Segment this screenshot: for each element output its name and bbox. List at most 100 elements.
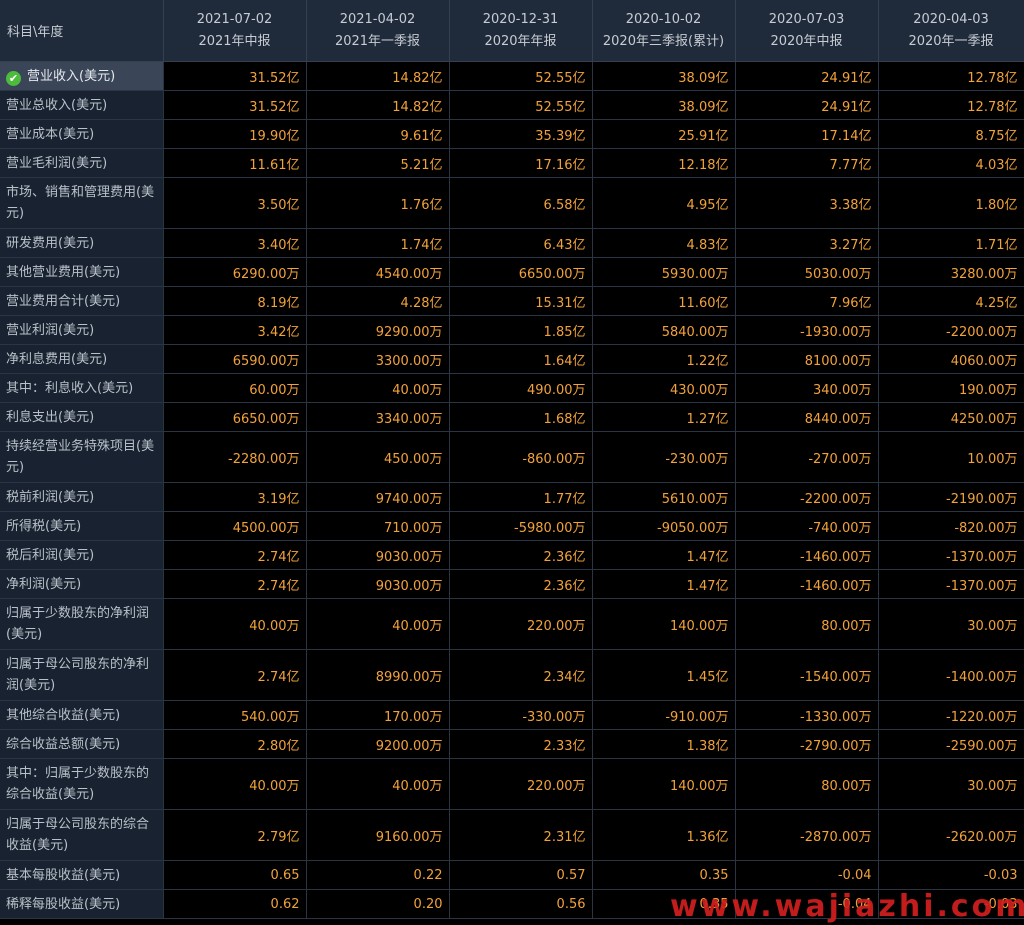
row-label-cell[interactable]: 市场、销售和管理费用(美元) bbox=[0, 177, 164, 229]
value-cell: 9290.00万 bbox=[306, 315, 450, 345]
column-header[interactable]: 2021-04-02 2021年一季报 bbox=[306, 0, 450, 62]
row-label-cell[interactable]: 研发费用(美元) bbox=[0, 228, 164, 258]
value-cell: 24.91亿 bbox=[735, 90, 879, 120]
table-row[interactable]: 税后利润(美元) 2.74亿 9030.00万 2.36亿 1.47亿 -1460.00万… bbox=[0, 540, 1024, 570]
table-row[interactable]: 其他营业费用(美元) 6290.00万 4540.00万 6650.00万 5930.0… bbox=[0, 257, 1024, 287]
table-row[interactable]: 归属于少数股东的净利润(美元) 40.00万 40.00万 220.00万 140.00… bbox=[0, 598, 1024, 650]
row-label-cell[interactable]: 归属于母公司股东的综合收益(美元) bbox=[0, 809, 164, 861]
value-cell: 1.27亿 bbox=[592, 402, 736, 432]
value-cell: 1.38亿 bbox=[592, 729, 736, 759]
row-label-cell[interactable]: 净利息费用(美元) bbox=[0, 344, 164, 374]
value-cell: 1.80亿 bbox=[878, 177, 1024, 229]
table-row[interactable]: 营业费用合计(美元) 8.19亿 4.28亿 15.31亿 11.60亿 7.96亿 4.2… bbox=[0, 286, 1024, 316]
row-label: 其中：利息收入(美元) bbox=[6, 380, 134, 396]
table-row[interactable]: 基本每股收益(美元) 0.65 0.22 0.57 0.35 -0.04 -0.03 bbox=[0, 860, 1024, 890]
row-label-cell[interactable]: 稀释每股收益(美元) bbox=[0, 889, 164, 919]
row-label-cell[interactable]: 其他营业费用(美元) bbox=[0, 257, 164, 287]
row-label-cell[interactable]: 所得税(美元) bbox=[0, 511, 164, 541]
value-cell: 9740.00万 bbox=[306, 482, 450, 512]
value-cell: 2.33亿 bbox=[449, 729, 593, 759]
table-row[interactable]: 营业利润(美元) 3.42亿 9290.00万 1.85亿 5840.00万 -1930.… bbox=[0, 315, 1024, 345]
row-label: 归属于母公司股东的净利润(美元) bbox=[6, 657, 150, 693]
row-label-cell[interactable]: 归属于少数股东的净利润(美元) bbox=[0, 598, 164, 650]
value-cell: 80.00万 bbox=[735, 598, 879, 650]
column-header[interactable]: 2021-07-02 2021年中报 bbox=[163, 0, 307, 62]
value-cell: 6650.00万 bbox=[163, 402, 307, 432]
row-label-cell[interactable]: 税前利润(美元) bbox=[0, 482, 164, 512]
value-cell: 3.50亿 bbox=[163, 177, 307, 229]
table-row[interactable]: 净利润(美元) 2.74亿 9030.00万 2.36亿 1.47亿 -1460.00万 -… bbox=[0, 569, 1024, 599]
row-label-cell[interactable]: ✔ 营业收入(美元) bbox=[0, 61, 164, 91]
row-label-cell[interactable]: 其中：利息收入(美元) bbox=[0, 373, 164, 403]
table-row[interactable]: 营业总收入(美元) 31.52亿 14.82亿 52.55亿 38.09亿 24.91亿 1… bbox=[0, 90, 1024, 120]
table-row[interactable]: 归属于母公司股东的综合收益(美元) 2.79亿 9160.00万 2.31亿 1.36亿… bbox=[0, 809, 1024, 861]
table-row[interactable]: 所得税(美元) 4500.00万 710.00万 -5980.00万 -9050.00万… bbox=[0, 511, 1024, 541]
table-row[interactable]: 净利息费用(美元) 6590.00万 3300.00万 1.64亿 1.22亿 8100.… bbox=[0, 344, 1024, 374]
row-label-cell[interactable]: 营业利润(美元) bbox=[0, 315, 164, 345]
value-cell: 11.60亿 bbox=[592, 286, 736, 316]
row-label-cell[interactable]: 营业总收入(美元) bbox=[0, 90, 164, 120]
value-cell: 2.34亿 bbox=[449, 649, 593, 701]
value-cell: 10.00万 bbox=[878, 431, 1024, 483]
row-label-cell[interactable]: 税后利润(美元) bbox=[0, 540, 164, 570]
row-label: 持续经营业务特殊项目(美元) bbox=[6, 439, 155, 475]
value-cell: -1220.00万 bbox=[878, 700, 1024, 730]
value-cell: 4.95亿 bbox=[592, 177, 736, 229]
table-row[interactable]: 市场、销售和管理费用(美元) 3.50亿 1.76亿 6.58亿 4.95亿 3.38亿 1… bbox=[0, 177, 1024, 229]
table-row[interactable]: 研发费用(美元) 3.40亿 1.74亿 6.43亿 4.83亿 3.27亿 1.71亿 bbox=[0, 228, 1024, 258]
value-cell: 710.00万 bbox=[306, 511, 450, 541]
row-label-cell[interactable]: 净利润(美元) bbox=[0, 569, 164, 599]
value-cell: 31.52亿 bbox=[163, 61, 307, 91]
row-label-cell[interactable]: 其他综合收益(美元) bbox=[0, 700, 164, 730]
value-cell: 5.21亿 bbox=[306, 148, 450, 178]
value-cell: 30.00万 bbox=[878, 758, 1024, 810]
column-header[interactable]: 2020-12-31 2020年年报 bbox=[449, 0, 593, 62]
row-label-cell[interactable]: 营业成本(美元) bbox=[0, 119, 164, 149]
value-cell: 3.38亿 bbox=[735, 177, 879, 229]
row-label-cell[interactable]: 综合收益总额(美元) bbox=[0, 729, 164, 759]
column-header[interactable]: 2020-07-03 2020年中报 bbox=[735, 0, 879, 62]
table-row[interactable]: ✔ 营业收入(美元) 31.52亿 14.82亿 52.55亿 38.09亿 24.91亿 1… bbox=[0, 61, 1024, 91]
table-row[interactable]: 归属于母公司股东的净利润(美元) 2.74亿 8990.00万 2.34亿 1.45亿 -… bbox=[0, 649, 1024, 701]
value-cell: 2.31亿 bbox=[449, 809, 593, 861]
table-row[interactable]: 持续经营业务特殊项目(美元) -2280.00万 450.00万 -860.00万 -2… bbox=[0, 431, 1024, 483]
value-cell: 4.28亿 bbox=[306, 286, 450, 316]
value-cell: -1540.00万 bbox=[735, 649, 879, 701]
column-period: 2020年一季报 bbox=[908, 33, 994, 49]
table-row[interactable]: 其中：利息收入(美元) 60.00万 40.00万 490.00万 430.00万 340… bbox=[0, 373, 1024, 403]
value-cell: -1460.00万 bbox=[735, 540, 879, 570]
row-label-cell[interactable]: 营业毛利润(美元) bbox=[0, 148, 164, 178]
row-label-cell[interactable]: 持续经营业务特殊项目(美元) bbox=[0, 431, 164, 483]
value-cell: -1370.00万 bbox=[878, 569, 1024, 599]
column-header[interactable]: 2020-04-03 2020年一季报 bbox=[878, 0, 1024, 62]
value-cell: -0.03 bbox=[878, 889, 1024, 919]
row-label-cell[interactable]: 归属于母公司股东的净利润(美元) bbox=[0, 649, 164, 701]
table-row[interactable]: 税前利润(美元) 3.19亿 9740.00万 1.77亿 5610.00万 -2200.… bbox=[0, 482, 1024, 512]
row-label-cell[interactable]: 利息支出(美元) bbox=[0, 402, 164, 432]
value-cell: 1.47亿 bbox=[592, 569, 736, 599]
table-row[interactable]: 营业成本(美元) 19.90亿 9.61亿 35.39亿 25.91亿 17.14亿 8.7… bbox=[0, 119, 1024, 149]
table-row[interactable]: 利息支出(美元) 6650.00万 3340.00万 1.68亿 1.27亿 8440.0… bbox=[0, 402, 1024, 432]
table-row[interactable]: 稀释每股收益(美元) 0.62 0.20 0.56 0.35 -0.04 -0.03 bbox=[0, 889, 1024, 919]
value-cell: 1.76亿 bbox=[306, 177, 450, 229]
row-label-cell[interactable]: 营业费用合计(美元) bbox=[0, 286, 164, 316]
row-label-cell[interactable]: 基本每股收益(美元) bbox=[0, 860, 164, 890]
table-row[interactable]: 综合收益总额(美元) 2.80亿 9200.00万 2.33亿 1.38亿 -2790.0… bbox=[0, 729, 1024, 759]
value-cell: 12.18亿 bbox=[592, 148, 736, 178]
table-row[interactable]: 营业毛利润(美元) 11.61亿 5.21亿 17.16亿 12.18亿 7.77亿 4.0… bbox=[0, 148, 1024, 178]
column-header[interactable]: 2020-10-02 2020年三季报(累计) bbox=[592, 0, 736, 62]
value-cell: 5030.00万 bbox=[735, 257, 879, 287]
row-label-cell[interactable]: 其中：归属于少数股东的综合收益(美元) bbox=[0, 758, 164, 810]
value-cell: 1.47亿 bbox=[592, 540, 736, 570]
value-cell: 8.19亿 bbox=[163, 286, 307, 316]
value-cell: 1.22亿 bbox=[592, 344, 736, 374]
value-cell: -2190.00万 bbox=[878, 482, 1024, 512]
row-label: 市场、销售和管理费用(美元) bbox=[6, 185, 155, 221]
table-row[interactable]: 其他综合收益(美元) 540.00万 170.00万 -330.00万 -910.00万… bbox=[0, 700, 1024, 730]
value-cell: 0.35 bbox=[592, 860, 736, 890]
value-cell: 12.78亿 bbox=[878, 61, 1024, 91]
value-cell: 2.74亿 bbox=[163, 540, 307, 570]
value-cell: -0.03 bbox=[878, 860, 1024, 890]
value-cell: -2200.00万 bbox=[735, 482, 879, 512]
table-row[interactable]: 其中：归属于少数股东的综合收益(美元) 40.00万 40.00万 220.00万 14… bbox=[0, 758, 1024, 810]
